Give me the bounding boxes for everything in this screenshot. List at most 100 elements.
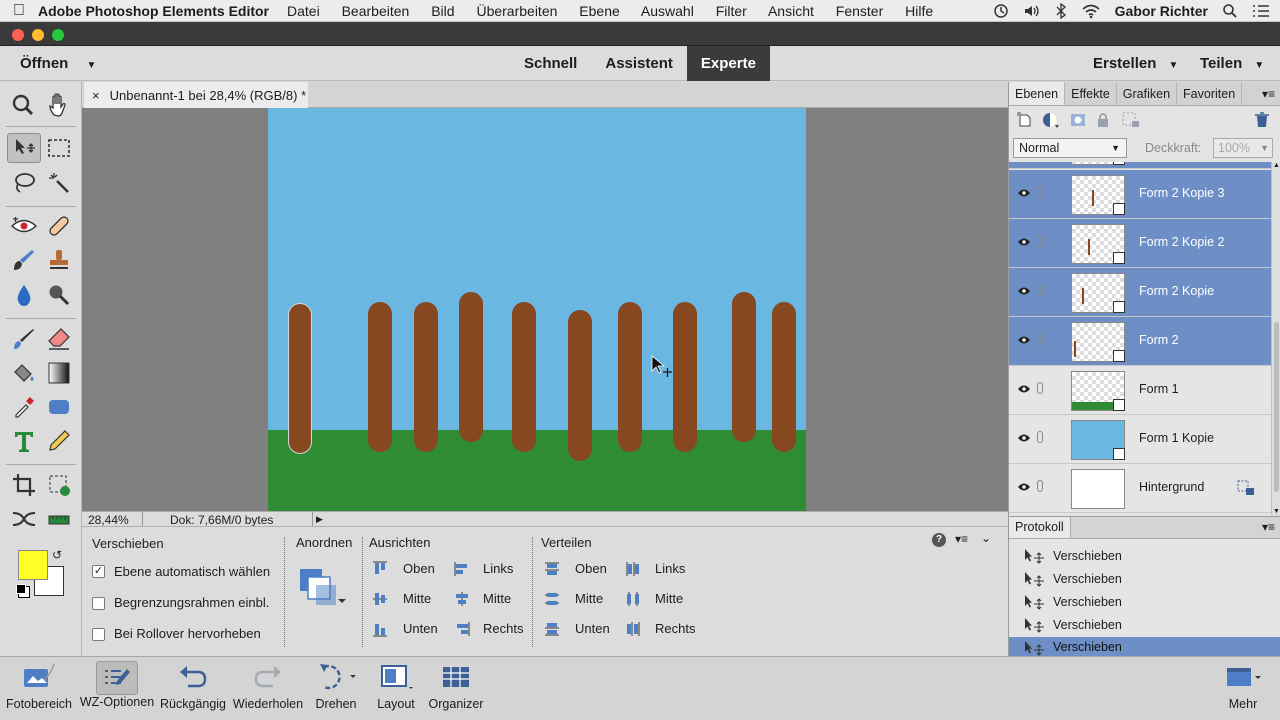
new-layer-icon[interactable] [1017, 112, 1033, 128]
custom-shape-tool[interactable] [42, 392, 76, 422]
volume-icon[interactable] [1023, 3, 1041, 19]
gradient-tool[interactable] [42, 358, 76, 388]
history-item-selected[interactable]: Verschieben [1009, 637, 1280, 657]
delete-layer-icon[interactable] [1254, 112, 1270, 128]
info-menu-arrow-icon[interactable]: ▶ [312, 512, 326, 526]
move-tool[interactable] [7, 133, 41, 163]
maximize-window-icon[interactable] [52, 29, 64, 41]
smart-brush-tool[interactable] [7, 245, 41, 275]
image-canvas[interactable] [268, 108, 806, 511]
collapse-chevron-icon[interactable]: ⌄ [981, 531, 991, 545]
link-icon[interactable] [1037, 333, 1043, 345]
mode-assistent[interactable]: Assistent [591, 46, 687, 81]
content-aware-move-tool[interactable] [7, 504, 41, 534]
layout-button[interactable]: Layout [370, 657, 422, 719]
layer-row[interactable]: Form 2 [1009, 317, 1271, 366]
rotate-button[interactable]: Drehen [306, 657, 366, 719]
layer-row[interactable]: Form 2 Kopie [1009, 268, 1271, 317]
scroll-thumb[interactable] [1274, 322, 1279, 492]
distribute-right-button[interactable]: Rechts [625, 621, 695, 639]
rollover-checkbox[interactable] [92, 628, 105, 641]
zoom-level[interactable]: 28,44% [88, 513, 129, 527]
straighten-tool[interactable] [42, 504, 76, 534]
align-bottom-button[interactable]: Unten [372, 621, 442, 639]
layer-row[interactable]: Form 2 Kopie 3 [1009, 170, 1271, 219]
menu-datei[interactable]: Datei [287, 3, 320, 19]
visibility-eye-icon[interactable] [1017, 433, 1031, 443]
layer-row[interactable]: Form 1 Kopie [1009, 415, 1271, 464]
menu-hilfe[interactable]: Hilfe [905, 3, 933, 19]
spotlight-search-icon[interactable] [1222, 3, 1238, 19]
tool-options-button[interactable]: WZ-Optionen [78, 657, 156, 719]
menu-ebene[interactable]: Ebene [579, 3, 619, 19]
layer-row[interactable]: Form 2 Kopie 2 [1009, 219, 1271, 268]
bounding-box-checkbox[interactable] [92, 597, 105, 610]
open-button[interactable]: Öffnen ▼ [20, 46, 96, 83]
user-name[interactable]: Gabor Richter [1115, 3, 1208, 19]
organizer-button[interactable]: Organizer [424, 657, 488, 719]
menu-fenster[interactable]: Fenster [836, 3, 883, 19]
distribute-top-button[interactable]: Oben [544, 561, 614, 579]
eraser-tool[interactable] [42, 324, 76, 354]
visibility-eye-icon[interactable] [1017, 188, 1031, 198]
crop-tool[interactable] [7, 470, 41, 500]
link-icon[interactable] [1037, 235, 1043, 247]
menu-bild[interactable]: Bild [431, 3, 454, 19]
photo-bin-button[interactable]: Fotobereich [2, 657, 76, 719]
tab-favoriten[interactable]: Favoriten [1177, 82, 1243, 105]
link-icon[interactable] [1037, 186, 1043, 198]
history-item[interactable]: Verschieben [1009, 614, 1280, 637]
adjustment-layer-icon[interactable] [1042, 112, 1060, 128]
app-name[interactable]: Adobe Photoshop Elements Editor [38, 3, 269, 19]
clone-stamp-tool[interactable] [42, 245, 76, 275]
quick-selection-tool[interactable] [42, 168, 76, 198]
default-colors-icon[interactable] [16, 584, 26, 594]
eyedropper-tool[interactable] [7, 392, 41, 422]
layer-mask-icon[interactable] [1070, 112, 1086, 128]
blend-mode-select[interactable]: Normal ▼ [1013, 138, 1127, 158]
link-icon[interactable] [1037, 382, 1043, 394]
lock-transparency-icon[interactable] [1122, 112, 1140, 128]
tab-ebenen[interactable]: Ebenen [1009, 82, 1066, 105]
visibility-eye-icon[interactable] [1017, 286, 1031, 296]
align-top-button[interactable]: Oben [372, 561, 442, 579]
lasso-tool[interactable] [7, 168, 41, 198]
visibility-eye-icon[interactable] [1017, 482, 1031, 492]
more-button[interactable]: Mehr [1218, 657, 1268, 719]
scroll-up-arrow-icon[interactable]: ▲ [1273, 162, 1280, 169]
options-menu-icon[interactable]: ▾≡ [955, 532, 968, 546]
recompose-tool[interactable] [42, 470, 76, 500]
visibility-eye-icon[interactable] [1017, 335, 1031, 345]
menu-ueberarbeiten[interactable]: Überarbeiten [476, 3, 557, 19]
undo-button[interactable]: Rückgängig [156, 657, 230, 719]
wifi-icon[interactable] [1081, 3, 1101, 19]
layers-scrollbar[interactable]: ▲ ▼ [1271, 162, 1280, 515]
layer-row[interactable]: Hintergrund [1009, 464, 1271, 513]
create-button[interactable]: Erstellen ▼ [1093, 46, 1178, 83]
chevron-down-icon[interactable]: ▼ [1260, 139, 1269, 157]
type-tool[interactable] [7, 426, 41, 456]
hand-tool[interactable] [42, 90, 76, 120]
mode-schnell[interactable]: Schnell [510, 46, 591, 81]
panel-menu-icon[interactable]: ▾≡ [1262, 82, 1280, 105]
tab-effekte[interactable]: Effekte [1065, 82, 1117, 105]
auto-select-checkbox[interactable]: ✓ [92, 565, 105, 578]
lock-icon[interactable] [1096, 112, 1110, 128]
link-icon[interactable] [1037, 480, 1043, 492]
distribute-middle-button[interactable]: Mitte [544, 591, 614, 609]
menu-ansicht[interactable]: Ansicht [768, 3, 814, 19]
blur-tool[interactable] [7, 280, 41, 310]
distribute-left-button[interactable]: Links [625, 561, 695, 579]
zoom-tool[interactable] [6, 90, 40, 120]
time-machine-icon[interactable] [993, 3, 1009, 19]
link-icon[interactable] [1037, 431, 1043, 443]
minimize-window-icon[interactable] [32, 29, 44, 41]
mode-experte[interactable]: Experte [686, 46, 770, 81]
history-item[interactable]: Verschieben [1009, 568, 1280, 591]
document-tab[interactable]: × Unbenannt-1 bei 28,4% (RGB/8) * [84, 82, 308, 108]
bluetooth-icon[interactable] [1055, 2, 1067, 19]
close-window-icon[interactable] [12, 29, 24, 41]
close-tab-icon[interactable]: × [92, 88, 100, 103]
sponge-tool[interactable] [42, 280, 76, 310]
layer-row[interactable]: Form 1 [1009, 366, 1271, 415]
